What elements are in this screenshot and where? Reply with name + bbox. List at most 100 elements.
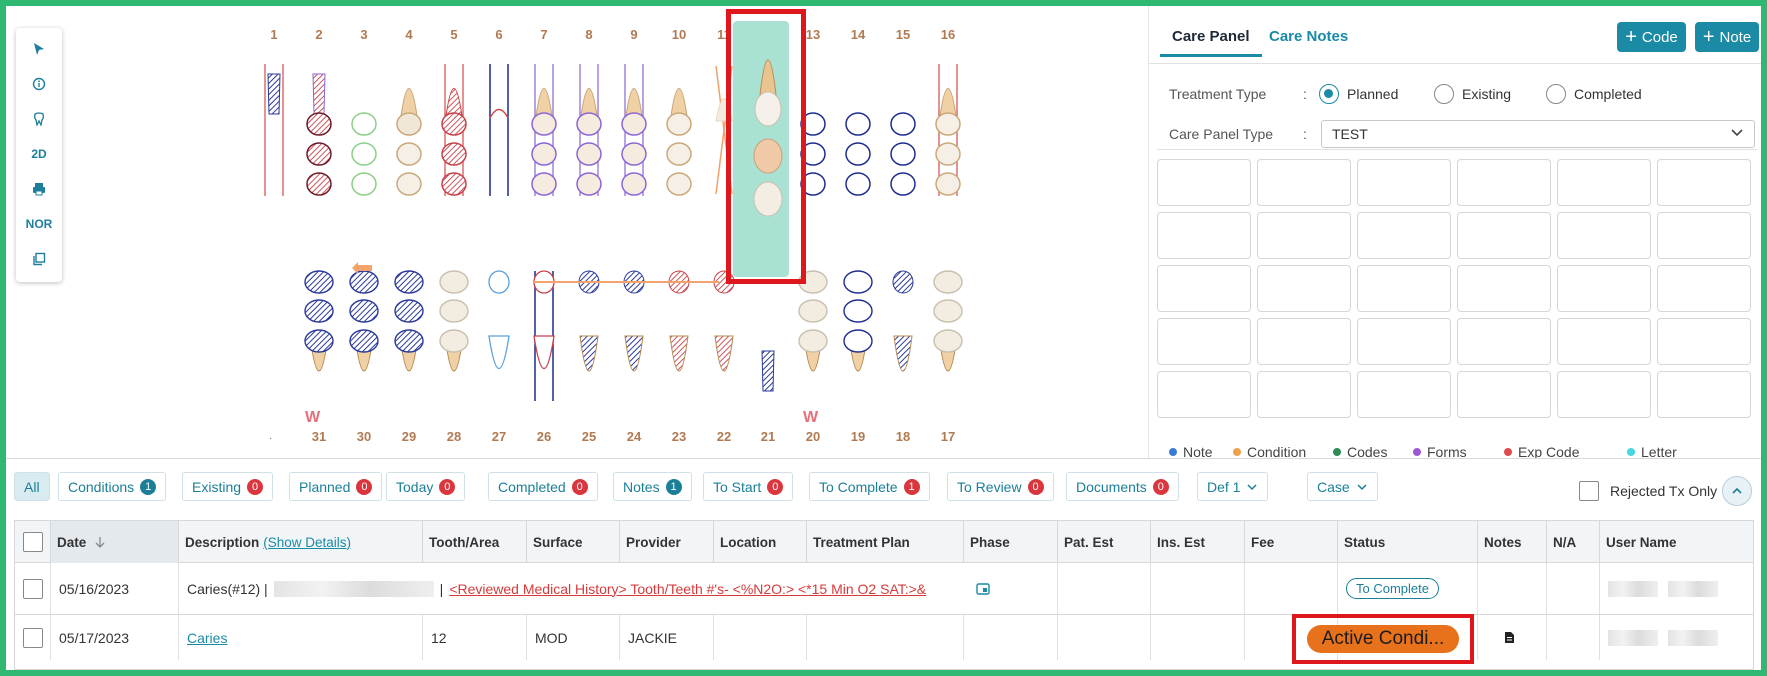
care-panel-cell[interactable] bbox=[1257, 265, 1351, 312]
status-highlight: Active Condi... bbox=[1292, 614, 1474, 664]
care-panel-cell[interactable] bbox=[1457, 371, 1551, 418]
care-panel-cell[interactable] bbox=[1657, 265, 1751, 312]
care-panel-cell[interactable] bbox=[1657, 318, 1751, 365]
status-badge[interactable]: To Complete bbox=[1346, 578, 1439, 599]
filter-all[interactable]: All bbox=[14, 472, 50, 501]
add-note-button[interactable]: + Note bbox=[1695, 22, 1759, 52]
care-panel-cell[interactable] bbox=[1257, 318, 1351, 365]
col-ins-est: Ins. Est bbox=[1151, 521, 1245, 563]
legend-dot bbox=[1413, 448, 1421, 456]
description-link[interactable]: <Reviewed Medical History> Tooth/Teeth #… bbox=[449, 581, 926, 597]
care-panel-cell[interactable] bbox=[1457, 212, 1551, 259]
row-checkbox[interactable] bbox=[22, 627, 43, 648]
row-select-cell bbox=[15, 615, 51, 660]
implant-screw bbox=[267, 73, 281, 115]
care-panel-cell[interactable] bbox=[1157, 371, 1251, 418]
care-panel-cell[interactable] bbox=[1657, 371, 1751, 418]
care-panel-cell[interactable] bbox=[1157, 265, 1251, 312]
tooth-crown bbox=[890, 112, 916, 136]
dropdown-def[interactable]: Def 1 bbox=[1197, 472, 1269, 501]
filter-planned[interactable]: Planned 0 bbox=[289, 472, 383, 501]
tooth-root bbox=[669, 335, 689, 372]
tooth-crown bbox=[304, 329, 334, 353]
care-panel-cell[interactable] bbox=[1457, 159, 1551, 206]
tab-care-panel[interactable]: Care Panel bbox=[1160, 28, 1262, 57]
dropdown-case[interactable]: Case bbox=[1307, 472, 1378, 501]
filter-notes[interactable]: Notes 1 bbox=[613, 472, 692, 501]
radio-planned[interactable]: Planned bbox=[1319, 84, 1398, 104]
care-panel-cell[interactable] bbox=[1557, 371, 1651, 418]
care-panel-cell[interactable] bbox=[1557, 159, 1651, 206]
care-panel-cell[interactable] bbox=[1157, 159, 1251, 206]
tooth-crown bbox=[892, 270, 914, 294]
care-panel-cell[interactable] bbox=[1157, 212, 1251, 259]
add-code-button[interactable]: + Code bbox=[1617, 22, 1686, 52]
filter-existing[interactable]: Existing 0 bbox=[182, 472, 274, 501]
care-panel-cell[interactable] bbox=[1557, 212, 1651, 259]
row-checkbox[interactable] bbox=[22, 578, 43, 599]
document-icon[interactable] bbox=[1504, 631, 1515, 644]
col-status: Status bbox=[1338, 521, 1478, 563]
filter-today[interactable]: Today 0 bbox=[386, 472, 466, 501]
phase-icon[interactable] bbox=[976, 582, 990, 595]
care-panel-cell[interactable] bbox=[1557, 318, 1651, 365]
tooth-crown bbox=[798, 329, 828, 353]
filter-to-complete[interactable]: To Complete 1 bbox=[809, 472, 930, 501]
tooth-crown bbox=[306, 142, 332, 166]
tooth-crown bbox=[439, 329, 469, 353]
care-panel-cell[interactable] bbox=[1357, 212, 1451, 259]
tooth-root bbox=[579, 335, 599, 372]
count-badge: 1 bbox=[903, 478, 920, 495]
tooth-crown bbox=[531, 172, 557, 196]
col-date[interactable]: Date bbox=[51, 521, 179, 563]
care-panel: Care Panel Care Notes + Code + Note Treatm… bbox=[1148, 6, 1761, 460]
care-panel-cell[interactable] bbox=[1357, 159, 1451, 206]
tab-care-notes[interactable]: Care Notes bbox=[1269, 28, 1348, 45]
care-panel-cell[interactable] bbox=[1257, 212, 1351, 259]
collapse-button[interactable] bbox=[1722, 476, 1752, 506]
care-panel-cell[interactable] bbox=[1257, 159, 1351, 206]
rejected-tx-checkbox[interactable] bbox=[1579, 481, 1599, 501]
show-details-link[interactable]: (Show Details) bbox=[263, 535, 351, 550]
care-panel-cell[interactable] bbox=[1257, 371, 1351, 418]
filter-to-start[interactable]: To Start 0 bbox=[703, 472, 794, 501]
tooth-crown bbox=[441, 112, 467, 136]
care-panel-cell[interactable] bbox=[1657, 159, 1751, 206]
tooth-crown bbox=[349, 270, 379, 294]
care-panel-type-select[interactable]: TEST bbox=[1321, 120, 1755, 148]
tooth-crown bbox=[666, 172, 692, 196]
care-panel-cell[interactable] bbox=[1657, 212, 1751, 259]
surface-cell: MOD bbox=[527, 615, 620, 660]
radio-existing[interactable]: Existing bbox=[1434, 84, 1511, 104]
tooth-crown bbox=[349, 329, 379, 353]
care-panel-cell[interactable] bbox=[1357, 371, 1451, 418]
table-row[interactable]: 05/16/2023 Caries(#12) | | <Reviewed Med… bbox=[15, 563, 1753, 615]
filter-completed[interactable]: Completed 0 bbox=[488, 472, 598, 501]
app-frame: 2D NOR 12345678910111213141516 313029282… bbox=[6, 6, 1761, 670]
care-panel-cell[interactable] bbox=[1557, 265, 1651, 312]
select-all-checkbox[interactable] bbox=[22, 532, 43, 552]
tooth-crown bbox=[351, 112, 377, 136]
table-row[interactable]: 05/17/2023 Caries 12 MOD JACKIE bbox=[15, 615, 1753, 660]
filter-to-review[interactable]: To Review 0 bbox=[947, 472, 1054, 501]
tooth-root bbox=[400, 88, 418, 117]
radio-completed[interactable]: Completed bbox=[1546, 84, 1642, 104]
filter-conditions[interactable]: Conditions 1 bbox=[58, 472, 167, 501]
description-link[interactable]: Caries bbox=[187, 630, 227, 646]
col-phase: Phase bbox=[964, 521, 1058, 563]
col-description-label: Description bbox=[185, 534, 260, 550]
tooth-cell: 12 bbox=[423, 615, 527, 660]
filter-documents[interactable]: Documents 0 bbox=[1066, 472, 1179, 501]
active-condition-badge[interactable]: Active Condi... bbox=[1306, 625, 1460, 653]
legend-dot bbox=[1233, 448, 1241, 456]
description-text: Caries(#12) | bbox=[187, 580, 268, 597]
tooth-crown bbox=[304, 270, 334, 294]
care-panel-cell[interactable] bbox=[1157, 318, 1251, 365]
col-na: N/A bbox=[1547, 521, 1600, 563]
care-panel-cell[interactable] bbox=[1457, 265, 1551, 312]
care-panel-cell[interactable] bbox=[1357, 265, 1451, 312]
dropdown-label: Case bbox=[1317, 478, 1350, 495]
tooth-crown bbox=[396, 142, 422, 166]
care-panel-cell[interactable] bbox=[1357, 318, 1451, 365]
care-panel-cell[interactable] bbox=[1457, 318, 1551, 365]
